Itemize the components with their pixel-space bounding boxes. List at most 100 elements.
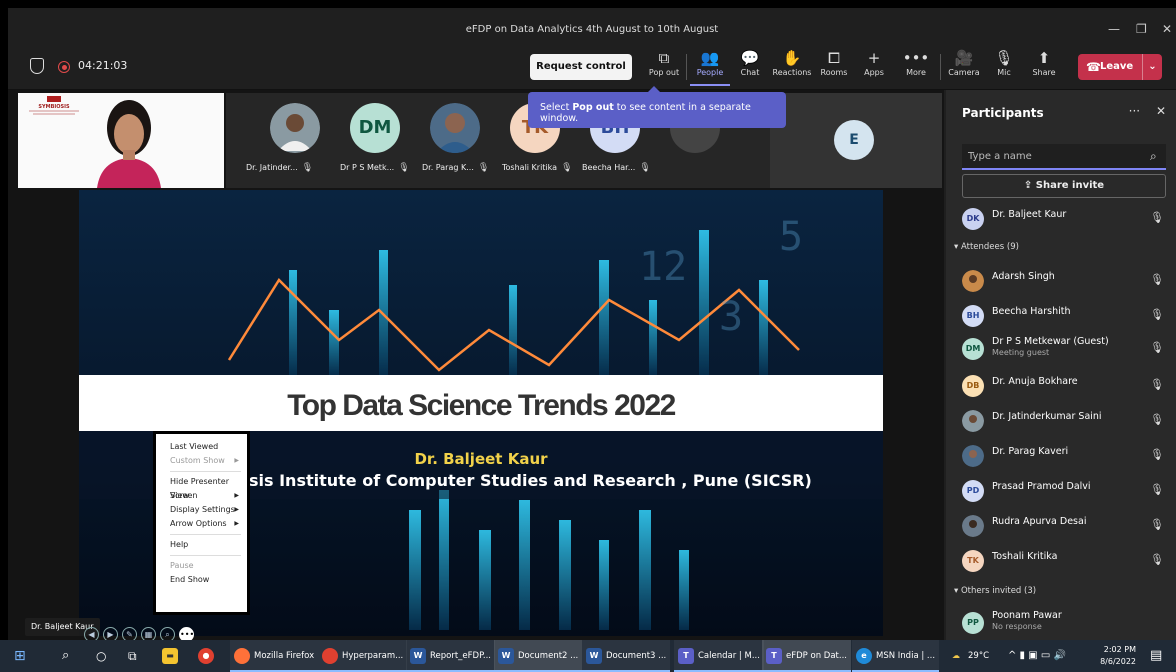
word-icon: W [498,647,514,664]
slideshow-context-menu: Last Viewed Custom Show ▶ Hide Presenter … [153,431,250,615]
participant-row[interactable]: PD Prasad Pramod Dalvi 🎙 [962,478,1166,504]
participant-photo[interactable] [430,103,480,153]
request-control-button[interactable]: Request control [530,54,632,80]
more-button[interactable]: ••• More [896,48,936,86]
search-icon: ⌕ [1150,149,1157,163]
taskbar-app-word[interactable]: W Document2 ... [494,640,583,672]
camera-button[interactable]: 🎥 Camera [944,48,984,86]
participant-photo [962,410,984,432]
leave-button[interactable]: ☎ Leave ⌄ [1078,54,1162,80]
toolbar-divider [686,54,687,80]
chrome-icon[interactable]: ● [198,640,218,672]
menu-item-hide-presenter-view[interactable]: Hide Presenter View [156,475,247,500]
participant-search-input[interactable]: Type a name [962,144,1166,170]
participant-name: Dr P S Metkewar (Guest) [992,336,1109,347]
participant-tile-e[interactable]: E [770,93,942,188]
participant-row[interactable]: BH Beecha Harshith 🎙 [962,303,1166,329]
camera-off-icon: 🎥 [954,49,974,67]
apps-button[interactable]: + Apps [854,48,894,86]
toolbar-divider [940,54,941,80]
system-tray-icons[interactable]: ^ ▮ ▣ ▭ 🔊 [1008,640,1066,672]
participant-row[interactable]: DK Dr. Baljeet Kaur 🎙 [962,206,1166,232]
share-button[interactable]: ⬆ Share [1024,48,1064,86]
participant-avatar: E [834,120,874,160]
participant-row[interactable]: PP Poonam Pawar No response [962,608,1166,634]
menu-item-end-show[interactable]: End Show [156,573,247,587]
attendees-header[interactable]: ▾ Attendees (9) [954,242,1019,252]
pop-out-button[interactable]: ⧉ Pop out [644,48,684,86]
taskbar-app-edge[interactable]: e MSN India | ... [852,640,940,672]
mic-off-icon: 🎙 [1150,273,1164,286]
participant-avatar[interactable]: DM [350,103,400,153]
participant-row[interactable]: DM Dr P S Metkewar (Guest) Meeting guest… [962,336,1166,362]
participant-name: Dr. Anuja Bokhare [992,376,1078,387]
mic-off-icon: 🎙 [477,163,490,173]
rooms-button[interactable]: ⧠ Rooms [814,48,854,86]
reactions-button[interactable]: ✋ Reactions [772,48,812,86]
svg-text:3: 3 [719,294,743,340]
participant-row[interactable]: DB Dr. Anuja Bokhare 🎙 [962,373,1166,399]
search-icon[interactable]: ⌕ [62,640,69,672]
participant-label: Dr. Jatinder... 🎙 [246,163,313,173]
menu-item-custom-show[interactable]: Custom Show ▶ [156,454,247,468]
notifications-icon[interactable]: ▤ [1150,640,1162,672]
weather-widget[interactable]: ☁ 29°C [948,640,989,672]
menu-item-help[interactable]: Help [156,538,247,552]
apps-icon: + [867,49,881,67]
clock-date: 8/6/2022 [1100,657,1136,666]
mic-icon: 🎙 [1150,211,1164,224]
taskbar-app-label: Mozilla Firefox [254,651,315,661]
taskbar-app-label: MSN India | ... [876,651,936,661]
participant-row[interactable]: TK Toshali Kritika 🎙 [962,548,1166,574]
chevron-down-icon[interactable]: ⌄ [1142,54,1162,80]
taskbar-app-label: Calendar | M... [698,651,760,661]
word-icon: W [586,647,602,664]
mic-off-icon: 🎙 [1150,518,1164,531]
more-options-icon[interactable]: ··· [1129,104,1140,118]
people-button[interactable]: 👥 People [690,48,730,86]
hang-up-icon: ☎ [1086,60,1101,74]
menu-item-display-settings[interactable]: Display Settings ▶ [156,503,247,517]
close-icon[interactable]: ✕ [1156,104,1166,118]
taskbar-app-word[interactable]: W Report_eFDP... [406,640,495,672]
chevron-right-icon: ▶ [234,457,239,464]
mic-button[interactable]: 🎙 Mic [984,48,1024,86]
chat-button[interactable]: 💬 Chat [730,48,770,86]
menu-item-screen[interactable]: Screen ▶ [156,489,247,503]
windows-start-icon[interactable]: ⊞ [14,640,26,672]
task-view-icon[interactable]: ⧉ [128,640,137,672]
others-invited-header[interactable]: ▾ Others invited (3) [954,586,1036,596]
taskbar-app-teams[interactable]: TeFDP on Dat... [762,640,851,672]
menu-item-last-viewed[interactable]: Last Viewed [156,440,247,454]
share-invite-label: Share invite [1035,180,1105,191]
maximize-button[interactable]: ❐ [1136,22,1147,36]
mic-off-icon: 🎙 [1150,308,1164,321]
participant-row[interactable]: Dr. Parag Kaveri 🎙 [962,443,1166,469]
mic-off-icon: 🎙 [1150,378,1164,391]
symbiosis-logo: SYMBIOSIS [23,96,85,118]
file-explorer-icon[interactable]: ▬ [162,640,182,672]
menu-item-arrow-options[interactable]: Arrow Options ▶ [156,517,247,531]
taskbar-app-chrome[interactable]: Hyperparam... [318,640,408,672]
participant-status: Meeting guest [992,348,1050,357]
participant-row[interactable]: Adarsh Singh 🎙 [962,268,1166,294]
presenter-video[interactable]: SYMBIOSIS [18,93,224,188]
participant-avatar: PP [962,612,984,634]
participant-avatar: PD [962,480,984,502]
weather-icon: ☁ [952,650,960,660]
minimize-button[interactable]: — [1108,22,1120,36]
participant-row[interactable]: Rudra Apurva Desai 🎙 [962,513,1166,539]
reactions-label: Reactions [772,68,812,77]
tooltip-text: Select [540,102,573,113]
share-invite-button[interactable]: ⇪ Share invite [962,174,1166,198]
taskbar-app-firefox[interactable]: Mozilla Firefox [230,640,319,672]
taskbar-app-word[interactable]: W Document3 ... [582,640,671,672]
clock[interactable]: 2:02 PM 8/6/2022 [1100,644,1136,668]
close-button[interactable]: ✕ [1162,22,1172,36]
panel-controls: ··· ✕ [1129,104,1166,118]
taskbar-app-teams[interactable]: T Calendar | M... [674,640,764,672]
participant-row[interactable]: Dr. Jatinderkumar Saini 🎙 [962,408,1166,434]
menu-item-pause[interactable]: Pause [156,559,247,573]
cortana-icon[interactable]: ○ [96,640,106,672]
participant-photo[interactable] [270,103,320,153]
